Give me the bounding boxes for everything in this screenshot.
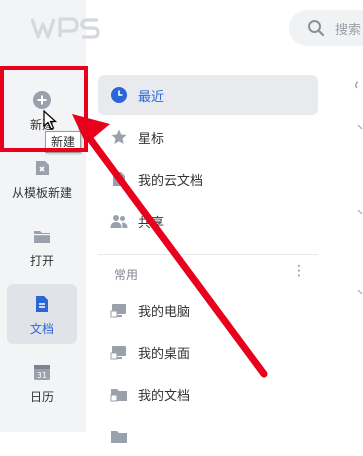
annotation-arrow	[72, 114, 268, 378]
